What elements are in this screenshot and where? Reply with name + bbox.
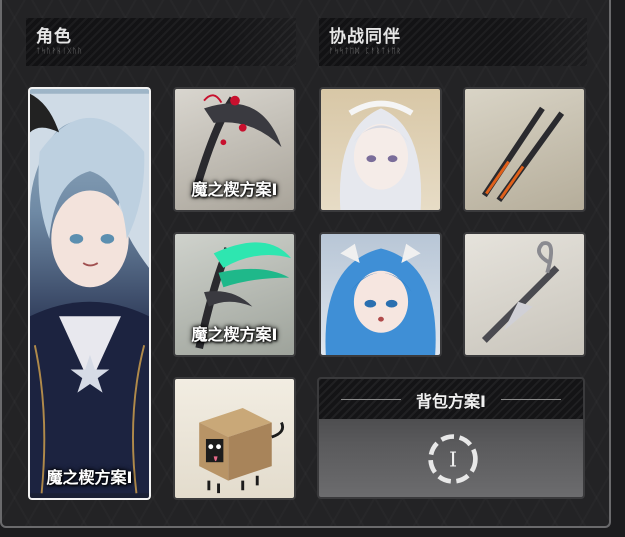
partner-card-2[interactable] xyxy=(319,232,442,357)
preset-slot-numeral: I xyxy=(449,447,457,471)
weapon-card-2[interactable]: 魔之楔方案Ⅰ xyxy=(173,232,296,357)
partner-card-1[interactable] xyxy=(319,87,442,212)
character-card[interactable]: 魔之楔方案Ⅰ xyxy=(28,87,151,500)
partner-section-subtitle: ᚨᛋᛋᛏᛖᛞ ᛈᚨᚱᛏᚾᛖᚱ xyxy=(329,47,402,55)
partner-1-portrait xyxy=(339,100,422,210)
backpack-preset-card[interactable]: 背包方案Ⅰ I xyxy=(317,377,585,499)
weapon-card-1-label: 魔之楔方案Ⅰ xyxy=(191,180,278,199)
partner-section-header: 协战同伴 ᚨᛋᛋᛏᛖᛞ ᛈᚨᚱᛏᚾᛖᚱ xyxy=(319,18,587,66)
divider-right xyxy=(501,399,561,400)
partner-weapon-card-2[interactable] xyxy=(463,232,586,357)
hook-sword-icon xyxy=(481,241,560,343)
weapon-card-2-label: 魔之楔方案Ⅰ xyxy=(191,325,278,344)
partner-2-portrait xyxy=(325,243,436,355)
box-pet-icon xyxy=(199,408,285,494)
pet-card[interactable] xyxy=(173,377,296,500)
character-portrait xyxy=(30,93,149,494)
character-section-title: 角色 xyxy=(36,27,72,47)
character-section-header: 角色 ᛏᛋᚢᚹᚺᛁᚷᚢᚢ xyxy=(26,18,296,66)
weapon-card-1[interactable]: 魔之楔方案Ⅰ xyxy=(173,87,296,212)
dual-blade-icon xyxy=(481,106,565,202)
backpack-preset-header: 背包方案Ⅰ xyxy=(319,379,583,419)
character-card-label: 魔之楔方案Ⅰ xyxy=(46,468,133,487)
backpack-preset-title: 背包方案Ⅰ xyxy=(416,392,486,411)
partner-section-title: 协战同伴 xyxy=(329,27,401,47)
character-section-subtitle: ᛏᛋᚢᚹᚺᛁᚷᚢᚢ xyxy=(36,47,83,55)
partner-weapon-card-1[interactable] xyxy=(463,87,586,212)
preset-slot-icon: I xyxy=(428,434,478,484)
